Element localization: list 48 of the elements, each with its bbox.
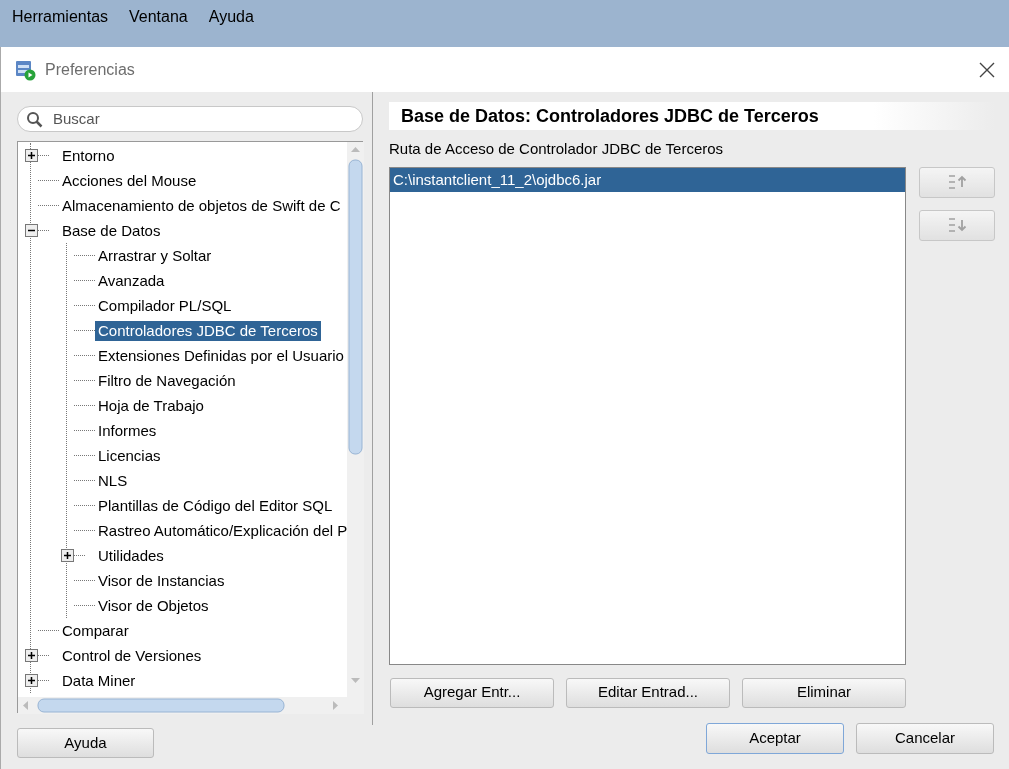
- vertical-scrollbar[interactable]: [347, 142, 364, 697]
- menu-item[interactable]: Ventana: [129, 6, 188, 28]
- dialog-button[interactable]: Cancelar: [856, 722, 994, 754]
- entry-button[interactable]: Agregar Entr...: [390, 677, 554, 708]
- tree-item[interactable]: Filtro de Navegación: [95, 370, 239, 391]
- tree-item[interactable]: Base de Datos: [59, 220, 164, 241]
- tree-item[interactable]: Hoja de Trabajo: [95, 395, 207, 416]
- tree-item[interactable]: Data Miner: [59, 670, 139, 691]
- expand-toggle[interactable]: [25, 649, 38, 662]
- dialog-title: Preferencias: [45, 59, 135, 80]
- list-label: Ruta de Acceso de Controlador JDBC de Terceros: [389, 139, 725, 159]
- tree-item[interactable]: Visor de Instancias: [95, 570, 228, 591]
- search-icon: [26, 110, 43, 128]
- search-input[interactable]: Buscar: [53, 107, 354, 131]
- help-button[interactable]: Ayuda: [17, 728, 154, 758]
- tree-item[interactable]: Almacenamiento de objetos de Swift de C: [59, 195, 344, 216]
- tree-item[interactable]: Arrastrar y Soltar: [95, 245, 215, 266]
- menu-item[interactable]: Ayuda: [208, 6, 254, 28]
- expand-toggle[interactable]: [25, 674, 38, 687]
- tree-item[interactable]: Visor de Objetos: [95, 595, 212, 616]
- preferences-app-icon: [15, 58, 37, 81]
- tree-item[interactable]: Controladores JDBC de Terceros: [95, 320, 321, 341]
- list-up-arrow-icon: [946, 173, 968, 191]
- search-field[interactable]: Buscar: [17, 106, 363, 132]
- tree-item[interactable]: Acciones del Mouse: [59, 170, 200, 191]
- tree-item[interactable]: Avanzada: [95, 270, 168, 291]
- tree-item[interactable]: Licencias: [95, 445, 164, 466]
- tree-item[interactable]: Plantillas de Código del Editor SQL: [95, 495, 336, 516]
- list-entry[interactable]: C:\instantclient_11_2\ojdbc6.jar: [390, 167, 905, 192]
- menu-item[interactable]: Herramientas: [12, 6, 109, 28]
- expand-toggle[interactable]: [61, 549, 74, 562]
- expand-toggle[interactable]: [25, 149, 38, 162]
- tree-item[interactable]: Entorno: [59, 145, 118, 166]
- tree-item[interactable]: Extensiones Definidas por el Usuario: [95, 345, 347, 366]
- tree-item[interactable]: Utilidades: [95, 545, 167, 566]
- dialog-button[interactable]: Aceptar: [706, 722, 844, 754]
- tree-item[interactable]: Control de Versiones: [59, 645, 205, 666]
- tree-item[interactable]: Comparar: [59, 620, 132, 641]
- tree-item[interactable]: NLS: [95, 470, 131, 491]
- tree-item[interactable]: Rastreo Automático/Explicación del P: [95, 520, 347, 541]
- tree-item[interactable]: Compilador PL/SQL: [95, 295, 235, 316]
- entry-button[interactable]: Eliminar: [742, 677, 906, 708]
- tree-item[interactable]: Informes: [95, 420, 160, 441]
- close-icon[interactable]: [979, 61, 995, 78]
- horizontal-scrollbar[interactable]: [18, 697, 364, 714]
- collapse-toggle[interactable]: [25, 224, 38, 237]
- entry-button[interactable]: Editar Entrad...: [566, 677, 730, 708]
- list-down-arrow-icon: [946, 216, 968, 234]
